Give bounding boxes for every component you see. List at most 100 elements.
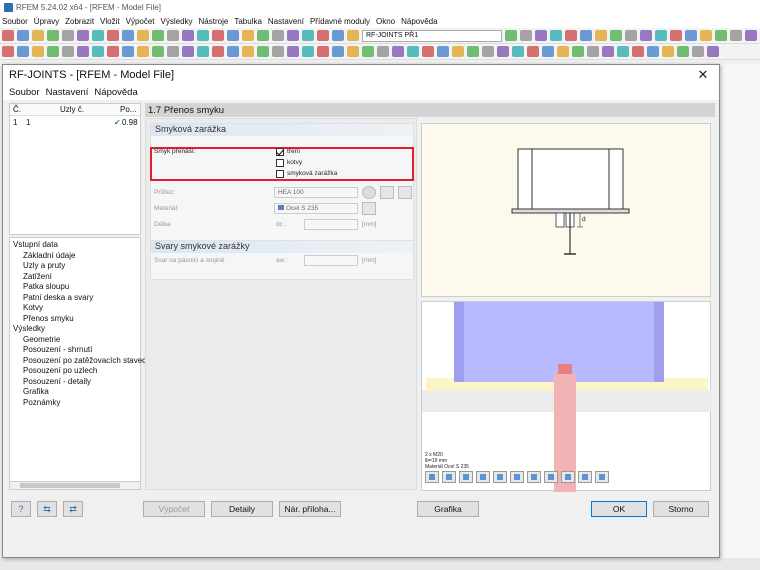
ok-button[interactable]: OK bbox=[591, 501, 647, 517]
wireframe-icon[interactable] bbox=[561, 471, 575, 483]
view-xz-icon[interactable] bbox=[544, 471, 558, 483]
tree-section-input[interactable]: Vstupní data bbox=[13, 240, 58, 249]
app-menu-item[interactable]: Zobrazit bbox=[65, 17, 94, 26]
help-icon[interactable]: ? bbox=[11, 501, 31, 517]
toolbar-tool-icon[interactable] bbox=[662, 46, 674, 57]
toolbar-tool-icon[interactable] bbox=[512, 46, 524, 57]
toolbar-tool-icon[interactable] bbox=[542, 46, 554, 57]
toolbar-tool-icon[interactable] bbox=[32, 46, 44, 57]
app-menu-item[interactable]: Nastavení bbox=[268, 17, 304, 26]
tree-item[interactable]: Poznámky bbox=[23, 398, 60, 407]
tree-item[interactable]: Základní údaje bbox=[23, 251, 75, 260]
profile-select[interactable]: HEA 100 bbox=[274, 187, 358, 198]
export-icon[interactable]: ⇄ bbox=[63, 501, 83, 517]
toolbar-tool-icon[interactable] bbox=[617, 46, 629, 57]
toolbar-tool-icon[interactable] bbox=[47, 30, 59, 41]
toolbar-tool-icon[interactable] bbox=[707, 46, 719, 57]
toolbar-tool-icon[interactable] bbox=[47, 46, 59, 57]
app-menu-item[interactable]: Úpravy bbox=[34, 17, 59, 26]
material-select[interactable]: Ocel S 235 bbox=[274, 203, 358, 214]
length-input[interactable] bbox=[304, 219, 358, 230]
toolbar-tool-icon[interactable] bbox=[212, 46, 224, 57]
tree-item[interactable]: Posouzení po uzlech bbox=[23, 366, 97, 375]
cancel-button[interactable]: Storno bbox=[653, 501, 709, 517]
toolbar-tool-icon[interactable] bbox=[257, 30, 269, 41]
toolbar-tool-icon[interactable] bbox=[392, 46, 404, 57]
checkbox-anchors[interactable] bbox=[276, 159, 284, 167]
toolbar-tool-icon[interactable] bbox=[332, 46, 344, 57]
toolbar-tool-icon[interactable] bbox=[227, 30, 239, 41]
app-menu-item[interactable]: Výpočet bbox=[126, 17, 155, 26]
toolbar-tool-icon[interactable] bbox=[505, 30, 517, 41]
tree-item[interactable]: Posouzení po zatěžovacích stavech bbox=[23, 356, 151, 365]
toolbar-tool-icon[interactable] bbox=[587, 46, 599, 57]
toolbar-tool-icon[interactable] bbox=[152, 30, 164, 41]
national-annex-button[interactable]: Nár. příloha... bbox=[279, 501, 341, 517]
table-row[interactable]: 1 1 ✔ 0.98 bbox=[10, 117, 140, 127]
toolbar-tool-icon[interactable] bbox=[482, 46, 494, 57]
toolbar-tool-icon[interactable] bbox=[347, 46, 359, 57]
view-x-icon[interactable] bbox=[459, 471, 473, 483]
toolbar-tool-icon[interactable] bbox=[377, 46, 389, 57]
view-front-icon[interactable] bbox=[442, 471, 456, 483]
toolbar-tool-icon[interactable] bbox=[257, 46, 269, 57]
toolbar-tool-icon[interactable] bbox=[227, 46, 239, 57]
tree-item[interactable]: Posouzení - shrnutí bbox=[23, 345, 92, 354]
toolbar-tool-icon[interactable] bbox=[700, 30, 712, 41]
toolbar-tool-icon[interactable] bbox=[122, 46, 134, 57]
toolbar-tool-icon[interactable] bbox=[317, 46, 329, 57]
toolbar-tool-icon[interactable] bbox=[557, 46, 569, 57]
toolbar-tool-icon[interactable] bbox=[137, 30, 149, 41]
tree-item[interactable]: Posouzení - detaily bbox=[23, 377, 91, 386]
toolbar-tool-icon[interactable] bbox=[62, 30, 74, 41]
toolbar-tool-icon[interactable] bbox=[602, 46, 614, 57]
dialog-menu-item[interactable]: Nastavení bbox=[46, 87, 89, 98]
toolbar-tool-icon[interactable] bbox=[152, 46, 164, 57]
toolbar-tool-icon[interactable] bbox=[2, 46, 14, 57]
toolbar-tool-icon[interactable] bbox=[520, 30, 532, 41]
toolbar-tool-icon[interactable] bbox=[212, 30, 224, 41]
toolbar-tool-icon[interactable] bbox=[272, 46, 284, 57]
toolbar-tool-icon[interactable] bbox=[535, 30, 547, 41]
calculate-button[interactable]: Výpočet bbox=[143, 501, 205, 517]
tree-item[interactable]: Patka sloupu bbox=[23, 282, 69, 291]
view-xy-icon[interactable] bbox=[510, 471, 524, 483]
toolbar-tool-icon[interactable] bbox=[287, 46, 299, 57]
app-menu-item[interactable]: Nápověda bbox=[401, 17, 437, 26]
toolbar-tool-icon[interactable] bbox=[272, 30, 284, 41]
toolbar-tool-icon[interactable] bbox=[107, 30, 119, 41]
toolbar-tool-icon[interactable] bbox=[317, 30, 329, 41]
toolbar-tool-icon[interactable] bbox=[197, 30, 209, 41]
toolbar-tool-icon[interactable] bbox=[550, 30, 562, 41]
toolbar-tool-icon[interactable] bbox=[715, 30, 727, 41]
toolbar-tool-icon[interactable] bbox=[242, 46, 254, 57]
tree-item[interactable]: Geometrie bbox=[23, 335, 60, 344]
tree-horizontal-scrollbar[interactable] bbox=[9, 481, 141, 490]
toolbar-tool-icon[interactable] bbox=[167, 30, 179, 41]
checkbox-shear-key[interactable] bbox=[276, 170, 284, 178]
toolbar-tool-icon[interactable] bbox=[182, 30, 194, 41]
toolbar-tool-icon[interactable] bbox=[302, 30, 314, 41]
app-menu-item[interactable]: Vložit bbox=[100, 17, 120, 26]
toolbar-tool-icon[interactable] bbox=[640, 30, 652, 41]
toolbar-tool-icon[interactable] bbox=[332, 30, 344, 41]
weld-input[interactable] bbox=[304, 255, 358, 266]
toolbar-tool-icon[interactable] bbox=[32, 30, 44, 41]
toolbar-tool-icon[interactable] bbox=[77, 30, 89, 41]
checkbox-friction[interactable] bbox=[276, 148, 284, 156]
details-button[interactable]: Detaily bbox=[211, 501, 273, 517]
toolbar-tool-icon[interactable] bbox=[745, 30, 757, 41]
toolbar-tool-icon[interactable] bbox=[2, 30, 14, 41]
toolbar-tool-icon[interactable] bbox=[17, 46, 29, 57]
close-icon[interactable]: ✕ bbox=[695, 67, 711, 83]
tree-item[interactable]: Zatížení bbox=[23, 272, 52, 281]
view-iso-icon[interactable] bbox=[425, 471, 439, 483]
load-case-combo[interactable]: RF-JOINTS PŘ1 bbox=[362, 29, 502, 42]
toolbar-tool-icon[interactable] bbox=[242, 30, 254, 41]
view-yz-icon[interactable] bbox=[527, 471, 541, 483]
toolbar-tool-icon[interactable] bbox=[122, 30, 134, 41]
view-z-icon[interactable] bbox=[493, 471, 507, 483]
import-icon[interactable]: ⇆ bbox=[37, 501, 57, 517]
tree-item[interactable]: Grafika bbox=[23, 387, 49, 396]
toolbar-tool-icon[interactable] bbox=[17, 30, 29, 41]
